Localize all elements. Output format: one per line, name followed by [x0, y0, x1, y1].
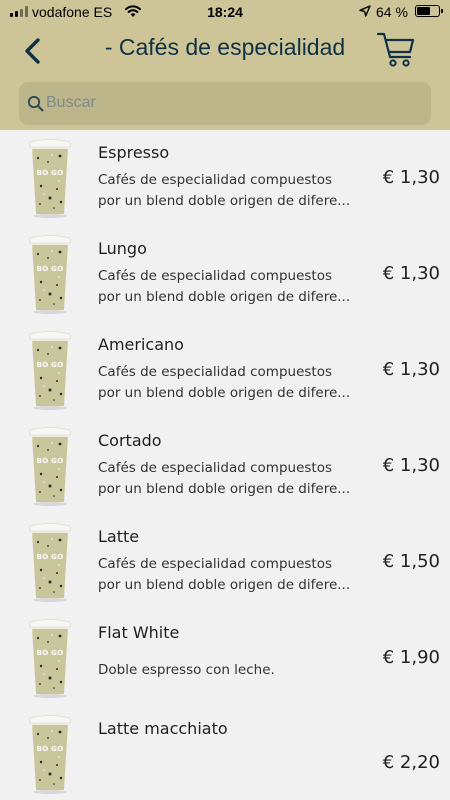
product-name: Flat White — [98, 623, 180, 642]
coffee-cup-image: BO GO — [29, 235, 71, 314]
product-description-line: Cafés de especialidad compuestos — [98, 460, 332, 476]
battery-percent: 64 % — [376, 4, 408, 20]
coffee-cup-image: BO GO — [29, 715, 71, 794]
product-name: Cortado — [98, 431, 162, 450]
product-item[interactable]: BO GO Cortado Cafés de especialidad comp… — [0, 418, 450, 514]
product-description-line: por un blend doble origen de difere... — [98, 193, 351, 209]
product-item[interactable]: BO GO Americano Cafés de especialidad co… — [0, 322, 450, 418]
product-name: Americano — [98, 335, 184, 354]
product-price: € 2,20 — [382, 752, 440, 773]
product-item[interactable]: BO GO Lungo Cafés de especialidad compue… — [0, 226, 450, 322]
brand-logo-text: BO GO — [37, 649, 64, 657]
product-description-line: por un blend doble origen de difere... — [98, 289, 351, 305]
product-price: € 1,30 — [382, 167, 440, 188]
product-item[interactable]: BO GO Latte Cafés de especialidad compue… — [0, 514, 450, 610]
search-icon — [27, 95, 44, 112]
brand-logo-text: BO GO — [37, 553, 64, 561]
product-description: Doble espresso con leche. — [98, 660, 360, 681]
search-bar[interactable] — [19, 82, 431, 125]
status-bar: vodafone ES 18:24 64 % — [0, 0, 450, 26]
brand-logo-text: BO GO — [37, 265, 64, 273]
product-item[interactable]: BO GO Latte macchiato € 2,20 — [0, 706, 450, 800]
battery-icon — [415, 5, 443, 17]
product-description-line: Cafés de especialidad compuestos — [98, 556, 332, 572]
product-price: € 1,30 — [382, 455, 440, 476]
product-name: Latte macchiato — [98, 719, 228, 738]
brand-logo-text: BO GO — [37, 457, 64, 465]
shopping-cart-icon[interactable] — [376, 30, 416, 70]
product-price: € 1,90 — [382, 647, 440, 668]
product-price: € 1,30 — [382, 263, 440, 284]
product-description-line: por un blend doble origen de difere... — [98, 481, 351, 497]
product-description: Cafés de especialidad compuestos por un … — [98, 554, 360, 596]
product-list: BO GO Espresso Cafés de especialidad com… — [0, 130, 450, 800]
brand-logo-text: BO GO — [37, 169, 64, 177]
app-header: vodafone ES 18:24 64 % - Cafés de especi… — [0, 0, 450, 130]
product-item[interactable]: BO GO Espresso Cafés de especialidad com… — [0, 130, 450, 226]
coffee-cup-image: BO GO — [29, 523, 71, 602]
brand-logo-text: BO GO — [37, 745, 64, 753]
product-name: Espresso — [98, 143, 170, 162]
coffee-cup-image: BO GO — [29, 139, 71, 218]
product-description-line: por un blend doble origen de difere... — [98, 385, 351, 401]
product-description: Cafés de especialidad compuestos por un … — [98, 362, 360, 404]
product-description-line: Cafés de especialidad compuestos — [98, 364, 332, 380]
product-description-line: Cafés de especialidad compuestos — [98, 268, 332, 284]
product-description: Cafés de especialidad compuestos por un … — [98, 170, 360, 212]
coffee-cup-image: BO GO — [29, 427, 71, 506]
product-name: Lungo — [98, 239, 147, 258]
product-description: Cafés de especialidad compuestos por un … — [98, 458, 360, 500]
coffee-cup-image: BO GO — [29, 331, 71, 410]
back-chevron-icon[interactable] — [20, 36, 46, 66]
product-description-line: Doble espresso con leche. — [98, 662, 275, 678]
product-item[interactable]: BO GO Flat White Doble espresso con lech… — [0, 610, 450, 706]
product-description-line: Cafés de especialidad compuestos — [98, 172, 332, 188]
product-name: Latte — [98, 527, 140, 546]
product-description-line: por un blend doble origen de difere... — [98, 577, 351, 593]
product-description: Cafés de especialidad compuestos por un … — [98, 266, 360, 308]
coffee-cup-image: BO GO — [29, 619, 71, 698]
location-arrow-icon — [359, 5, 371, 17]
page-title: - Cafés de especialidad — [104, 34, 346, 60]
brand-logo-text: BO GO — [37, 361, 64, 369]
product-price: € 1,50 — [382, 551, 440, 572]
product-price: € 1,30 — [382, 359, 440, 380]
search-input[interactable] — [46, 90, 416, 116]
